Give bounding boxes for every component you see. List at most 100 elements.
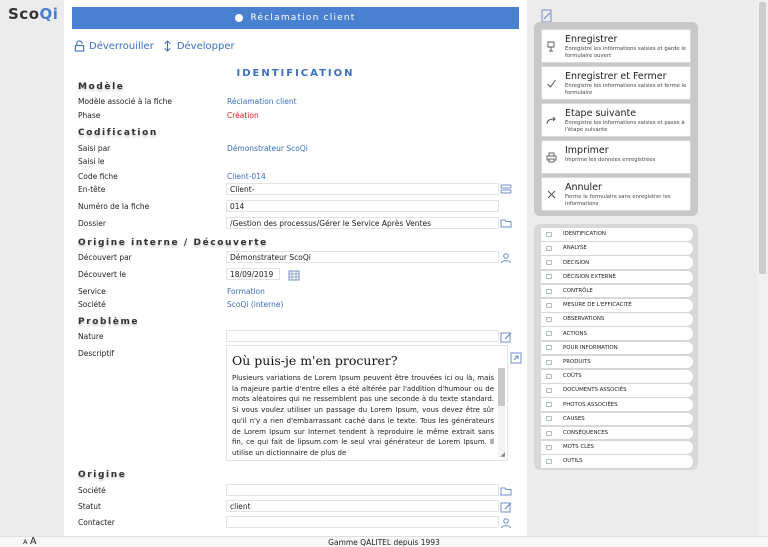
nature-input[interactable] (226, 330, 499, 342)
section-icon (544, 301, 554, 309)
expand-button[interactable]: Développer (162, 40, 235, 52)
notes-button[interactable] (541, 8, 553, 23)
save-close-desc: Enregistre les informations saisies et f… (565, 83, 687, 96)
nav-item-documents-associes[interactable]: DOCUMENTS ASSOCIÉS (541, 384, 693, 397)
dossier-input[interactable]: /Gestion des processus/Gérer le Service … (226, 217, 499, 229)
stack-icon (500, 184, 512, 194)
label-societe-origine: Société (78, 486, 106, 495)
numero-fiche-input[interactable]: 014 (226, 200, 499, 212)
next-step-title: Etape suivante (565, 108, 637, 119)
folder-icon (500, 487, 512, 496)
nav-item-couts[interactable]: COÛTS (541, 370, 693, 383)
section-modele: Modèle (78, 82, 125, 92)
nav-item-decision[interactable]: DÉCISION (541, 256, 693, 269)
save-icon (546, 41, 557, 52)
printer-icon (546, 152, 557, 163)
nav-item-photos-associees[interactable]: PHOTOS ASSOCIÉES (541, 398, 693, 411)
save-close-title: Enregistrer et Fermer (565, 71, 667, 82)
label-saisi-le: Saisi le (78, 157, 105, 166)
save-close-button[interactable]: Enregistrer et Fermer Enregistre les inf… (541, 66, 691, 100)
external-link-icon (510, 352, 522, 364)
nav-item-identification[interactable]: IDENTIFICATION (541, 228, 693, 241)
close-icon (546, 189, 557, 200)
user-icon (501, 518, 511, 529)
expand-label: Développer (176, 40, 235, 52)
nav-item-consequences[interactable]: CONSÉQUENCES (541, 426, 693, 440)
decouvert-par-input[interactable]: Démonstrateur ScoQi (226, 251, 499, 263)
societe-origine-input[interactable] (226, 484, 499, 496)
resize-grip-icon[interactable]: ◢ (500, 451, 505, 458)
contact-picker-button[interactable] (500, 517, 512, 529)
folder-icon (500, 219, 512, 228)
section-icon (544, 372, 554, 380)
print-button[interactable]: Imprimer Imprime les données enregistrée… (541, 140, 691, 174)
descriptif-editor[interactable]: Où puis-je m'en procurer? Plusieurs vari… (226, 345, 508, 461)
unlock-icon (74, 40, 85, 52)
unlock-button[interactable]: Déverrouiller (74, 40, 154, 52)
nav-item-produits[interactable]: PRODUITS (541, 355, 693, 369)
section-icon (544, 330, 554, 338)
nav-item-actions[interactable]: ACTIONS (541, 327, 693, 340)
nav-item-controle[interactable]: CONTRÔLE (541, 284, 693, 298)
section-codification: Codification (78, 128, 158, 138)
nav-item-pour-information[interactable]: POUR INFORMATION (541, 341, 693, 355)
value-service[interactable]: Formation (227, 287, 265, 296)
user-picker-button[interactable] (500, 252, 512, 264)
value-saisi-par[interactable]: Démonstrateur ScoQi (227, 144, 308, 153)
edit-statut-button[interactable] (500, 501, 512, 513)
page-scrollbar-thumb[interactable] (759, 2, 766, 274)
nav-item-causes[interactable]: CAUSES (541, 412, 693, 426)
section-icon (544, 386, 554, 394)
statut-input[interactable]: client (226, 500, 499, 512)
nav-item-mots-cles[interactable]: MOTS CLÉS (541, 441, 693, 454)
label-modele-associe: Modèle associé à la fiche (78, 97, 172, 106)
section-icon (544, 429, 554, 437)
save-title: Enregistrer (565, 34, 618, 45)
edit-nature-button[interactable] (500, 331, 512, 343)
label-en-tete: En-tête (78, 185, 106, 194)
editor-body: Plusieurs variations de Lorem Ipsum peuv… (232, 374, 494, 457)
en-tete-input[interactable]: Client- (226, 183, 499, 195)
nav-item-observations[interactable]: OBSERVATIONS (541, 313, 693, 326)
footer: A A Gamme QALITEL depuis 1993 (0, 536, 768, 547)
list-picker-button[interactable] (500, 183, 512, 195)
value-phase: Création (227, 111, 259, 120)
brand-column: ScoQi (0, 0, 64, 536)
nav-item-analyse[interactable]: ANALYSE (541, 242, 693, 255)
label-saisi-par: Saisi par (78, 144, 111, 153)
decouvert-le-input[interactable]: 18/09/2019 (226, 268, 280, 280)
section-icon (544, 230, 554, 238)
value-societe-interne[interactable]: ScoQi (interne) (227, 300, 283, 309)
open-editor-button[interactable] (510, 352, 522, 364)
section-nav: IDENTIFICATION ANALYSE DÉCISION DÉCISION… (534, 224, 698, 470)
label-descriptif: Descriptif (78, 349, 115, 358)
cancel-button[interactable]: Annuler Ferme le formulaire sans enregis… (541, 177, 691, 211)
section-icon (544, 287, 554, 295)
editor-heading: Où puis-je m'en procurer? (232, 353, 398, 368)
label-phase: Phase (78, 111, 101, 120)
form-toolbar: Déverrouiller Développer (74, 38, 235, 54)
footer-text: Gamme QALITEL depuis 1993 (328, 538, 440, 547)
folder-picker-button[interactable] (500, 217, 512, 229)
edit-icon (500, 502, 512, 513)
print-desc: Imprime les données enregistrées (565, 157, 656, 163)
section-origine: Origine (78, 470, 127, 480)
calendar-button[interactable] (288, 269, 300, 281)
expand-icon (164, 40, 171, 52)
save-button[interactable]: Enregistrer Enregistre les informations … (541, 29, 691, 63)
forward-arrow-icon (546, 115, 557, 126)
label-contacter: Contacter (78, 518, 115, 527)
nav-item-decision-externe[interactable]: DÉCISION EXTERNE (541, 270, 693, 284)
unlock-label: Déverrouiller (89, 40, 154, 52)
value-modele-associe[interactable]: Réclamation client (227, 97, 297, 106)
next-step-button[interactable]: Etape suivante Enregistre les informatio… (541, 103, 691, 137)
societe-folder-button[interactable] (500, 485, 512, 497)
editor-scrollbar-thumb[interactable] (498, 368, 505, 406)
value-code-fiche[interactable]: Client-014 (227, 172, 266, 181)
form-panel: Réclamation client Déverrouiller Dévelop… (64, 0, 527, 536)
contacter-input[interactable] (226, 516, 499, 528)
status-dot-icon (235, 14, 244, 22)
nav-item-mesure-efficacite[interactable]: MESURE DE L'EFFICACITÉ (541, 299, 693, 312)
cancel-desc: Ferme le formulaire sans enregistrer les… (565, 194, 671, 207)
nav-item-outils[interactable]: OUTILS (541, 455, 693, 468)
